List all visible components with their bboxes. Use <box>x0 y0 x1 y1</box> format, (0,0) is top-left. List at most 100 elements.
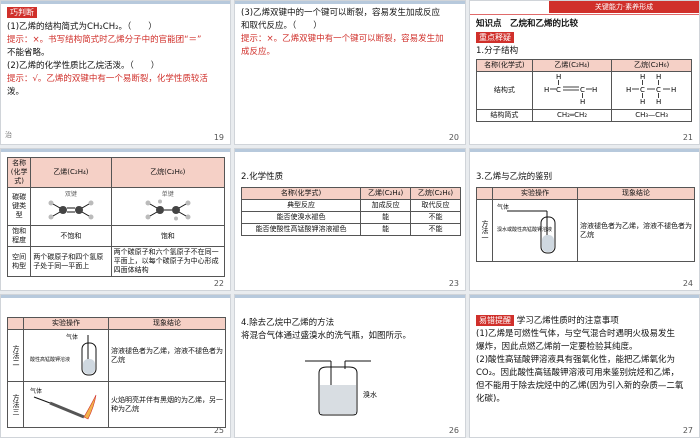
corner-mark: 治 <box>5 131 12 139</box>
comparison-table: 名称(化学式) 乙烯(C₂H₄) 乙烷(C₂H₆) 碳碳键类型 双键 单键 饱和… <box>6 157 226 277</box>
slide-26[interactable]: 4.除去乙烷中乙烯的方法 将混合气体通过盛溴水的洗气瓶，如图所示。 溴水 26 <box>234 294 466 438</box>
method-label: 方法三 <box>7 381 24 428</box>
table-header: 乙烷(C₂H₆) <box>410 187 461 200</box>
apparatus-label: 气体 <box>30 387 42 395</box>
slide-23[interactable]: 2.化学性质 名称(化学式) 乙烯(C₂H₄) 乙烷(C₂H₆) 典型反应 加成… <box>234 148 466 291</box>
text-line: 和取代反应。（ ） <box>241 21 322 31</box>
ethylene-formula-icon: C C H H H H <box>544 73 597 106</box>
table-cell: 饱和程度 <box>6 225 32 247</box>
table-header <box>7 317 24 330</box>
text-line: 泼。 <box>7 87 25 97</box>
test-tube-apparatus-icon: 气体 溴水或酸性高锰酸钾溶液 <box>497 203 556 254</box>
table-cell: CH₃—CH₃ <box>611 109 692 122</box>
text-line: 4.除去乙烷中乙烯的方法 <box>241 318 335 328</box>
subheading: 3.乙烯与乙烷的鉴别 <box>476 172 553 182</box>
table-header: 现象结论 <box>577 187 695 200</box>
table-cell: 不能 <box>410 211 461 224</box>
slide-24[interactable]: 3.乙烯与乙烷的鉴别 实验操作 现象结论 方法一 气体 溴水或酸性高锰酸钾溶液 <box>469 148 700 291</box>
table-header: 名称(化学式) <box>6 157 32 188</box>
slide-22[interactable]: 名称(化学式) 乙烯(C₂H₄) 乙烷(C₂H₆) 碳碳键类型 双键 单键 饱和… <box>0 148 231 291</box>
table-cell: 两个碳原子和六个氢原子不在同一平面上，以每个碳原子为中心形成四面体结构 <box>110 246 226 277</box>
apparatus-label: 酸性高锰酸钾溶液 <box>30 356 70 363</box>
text-line: 学习乙烯性质时的注意事项 <box>516 316 619 326</box>
model-label: 双键 <box>64 190 77 198</box>
table-header: 乙烷(C₂H₆) <box>611 59 692 72</box>
gas-washing-bottle-icon: 溴水 <box>305 360 377 416</box>
table-cell: 不能 <box>410 223 461 236</box>
text-line: 化碳)。 <box>476 394 505 404</box>
table-header: 名称(化学式) <box>240 187 362 200</box>
text-line: 但不能用于除去烷烃中的乙烯(因为引入新的杂质—二氧 <box>476 381 684 391</box>
table-header: 名称(化学式) <box>476 59 533 72</box>
text-line: CO₂。因此酸性高锰酸钾溶液可用来鉴别烷烃和乙烯， <box>476 368 680 378</box>
slide-25[interactable]: 实验操作 现象结论 方法二 气体 酸性高锰酸钾溶液 溶液褪色者为乙烯，溶液不褪色… <box>0 294 231 438</box>
table-cell: 典型反应 <box>240 199 362 212</box>
svg-text:H: H <box>556 73 561 81</box>
slide-number: 21 <box>682 133 693 142</box>
slide-number: 22 <box>213 279 224 288</box>
svg-text:H: H <box>656 98 661 105</box>
table-header: 现象结论 <box>108 317 226 330</box>
slide-grid: 巧判断 (1)乙烯的结构简式为CH₂CH₂。（ ） 提示：×。书写结构简式时乙烯… <box>0 0 700 438</box>
slide-number: 26 <box>448 426 459 435</box>
table-cell: 溶液褪色者为乙烯，溶液不褪色者为乙烷 <box>577 199 695 262</box>
slide-number: 24 <box>682 279 693 288</box>
section-heading: 知识点 乙烷和乙烯的比较 <box>476 19 579 29</box>
svg-text:H: H <box>592 86 597 94</box>
subheading: 1.分子结构 <box>476 46 519 56</box>
text-line: 提示：×。乙烯双键中有一个键可以断裂，容易发生加 <box>241 34 444 44</box>
svg-text:H: H <box>640 98 645 105</box>
structural-formula-ethane: C C H H H H H H <box>611 71 692 110</box>
table-cell: 饱和 <box>110 225 226 247</box>
apparatus-cell: 气体 酸性高锰酸钾溶液 <box>23 329 109 382</box>
table-header <box>476 187 493 200</box>
double-bond-model-icon <box>48 200 94 219</box>
text-line: 爆炸，因此点燃乙烯前一定要检验其纯度。 <box>476 342 638 352</box>
svg-text:H: H <box>671 86 676 94</box>
subheading: 2.化学性质 <box>241 172 284 182</box>
test-tube-apparatus-icon: 气体 酸性高锰酸钾溶液 <box>30 333 97 376</box>
svg-text:C: C <box>580 86 585 94</box>
table-header: 实验操作 <box>23 317 109 330</box>
table-cell: 两个碳原子和四个氢原子处于同一平面上 <box>30 246 112 277</box>
table-cell: 结构简式 <box>476 109 533 122</box>
model-label: 单键 <box>161 190 174 198</box>
svg-text:C: C <box>640 86 645 94</box>
svg-text:C: C <box>656 86 661 94</box>
text-line: (2)乙烯的化学性质比乙烷活泼。（ ） <box>7 61 160 71</box>
bond-model-ethylene: 双键 <box>30 187 112 226</box>
slide-number: 20 <box>448 133 459 142</box>
apparatus-label: 气体 <box>66 333 78 341</box>
apparatus-cell: 气体 <box>23 381 109 428</box>
slide-number: 23 <box>448 279 459 288</box>
table-cell: 能 <box>360 211 412 224</box>
slide-number: 25 <box>213 426 224 435</box>
section-banner: 关键能力·素养形成 <box>549 1 699 13</box>
text-line: (2)酸性高锰酸钾溶液具有强氧化性，能把乙烯氧化为 <box>476 355 676 365</box>
slide-number: 27 <box>682 426 693 435</box>
text-line: (1)乙烯的结构简式为CH₂CH₂。（ ） <box>7 22 157 32</box>
svg-text:H: H <box>640 73 645 81</box>
identification-table: 实验操作 现象结论 方法一 气体 溴水或酸性高锰酸钾溶液 溶液褪色者为乙烯，溶液… <box>476 187 695 262</box>
table-cell: 结构式 <box>476 71 533 110</box>
slide-19[interactable]: 巧判断 (1)乙烯的结构简式为CH₂CH₂。（ ） 提示：×。书写结构简式时乙烯… <box>0 0 231 145</box>
svg-text:H: H <box>580 98 585 105</box>
table-cell: 火焰明亮并伴有黑烟的为乙烯，另一种为乙烷 <box>108 381 226 428</box>
method-label: 方法一 <box>476 199 493 262</box>
single-bond-model-icon <box>145 199 191 220</box>
text-line: 不能省略。 <box>7 48 50 58</box>
table-cell: 能 <box>360 223 412 236</box>
table-cell: CH₂═CH₂ <box>531 109 613 122</box>
table-header: 实验操作 <box>492 187 578 200</box>
tag-label: 巧判断 <box>7 7 37 18</box>
method-label: 方法二 <box>7 329 24 382</box>
table-cell: 碳碳键类型 <box>6 187 32 226</box>
tag-label: 重点释疑 <box>476 32 514 43</box>
slide-20[interactable]: (3)乙烯双键中的一个键可以断裂，容易发生加成反应 和取代反应。（ ） 提示：×… <box>234 0 466 145</box>
slide-27[interactable]: 易错提醒 学习乙烯性质时的注意事项 (1)乙烯是可燃性气体，与空气混合时遇明火极… <box>469 294 700 438</box>
table-cell: 能否使酸性高锰酸钾溶液褪色 <box>240 223 362 236</box>
slide-21[interactable]: 关键能力·素养形成 知识点 乙烷和乙烯的比较 重点释疑 1.分子结构 名称(化学… <box>469 0 700 145</box>
table-cell: 溶液褪色者为乙烯，溶液不褪色者为乙烷 <box>108 329 226 382</box>
text-line: (1)乙烯是可燃性气体，与空气混合时遇明火极易发生 <box>476 329 676 339</box>
apparatus-label: 溴水 <box>363 390 377 399</box>
